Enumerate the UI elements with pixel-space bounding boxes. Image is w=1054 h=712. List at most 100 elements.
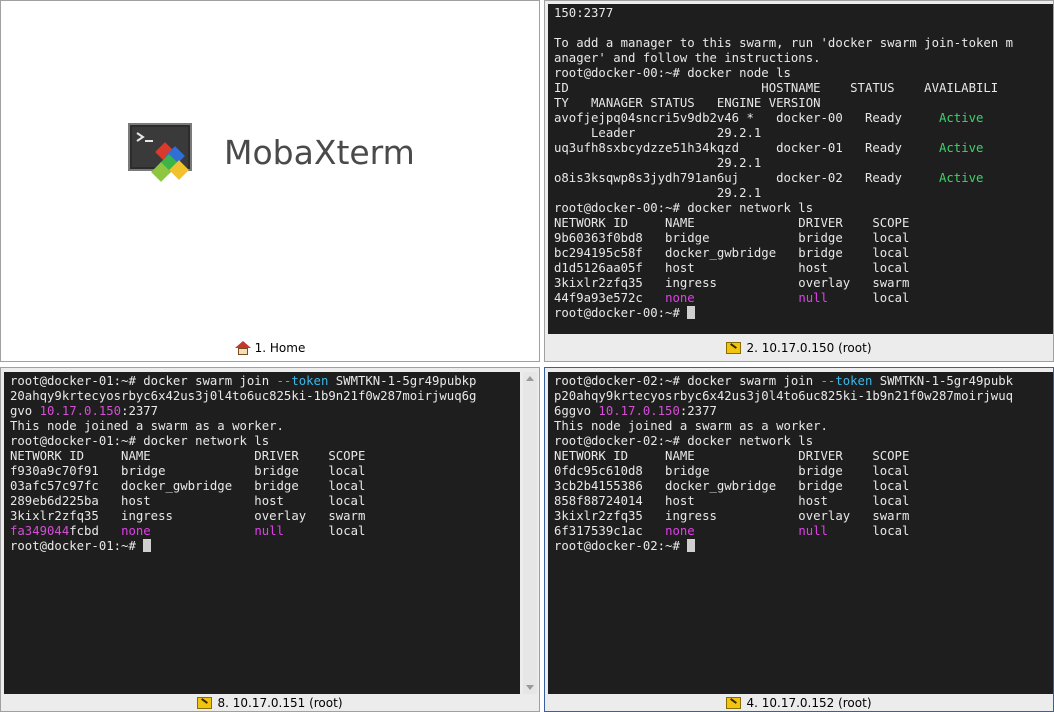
terminal-text: o8is3ksqwp8s3jydh791an6uj docker-02 Read…: [554, 171, 939, 185]
home-icon: [234, 341, 251, 355]
terminal-text: TY MANAGER STATUS ENGINE VERSION: [554, 96, 821, 110]
terminal-text: 3kixlr2zfq35 ingress overlay swarm: [554, 276, 910, 290]
terminal-line: NETWORK ID NAME DRIVER SCOPE: [554, 449, 1053, 464]
terminal-151[interactable]: root@docker-01:~# docker swarm join --to…: [4, 372, 520, 694]
terminal-text: This node joined a swarm as a worker.: [10, 419, 284, 433]
terminal-highlight-token: --token: [820, 374, 873, 388]
terminal-line: 3kixlr2zfq35 ingress overlay swarm: [554, 276, 1053, 291]
terminal-text: NETWORK ID NAME DRIVER SCOPE: [10, 449, 366, 463]
terminal-152[interactable]: root@docker-02:~# docker swarm join --to…: [548, 372, 1053, 694]
terminal-line: root@docker-00:~# docker node ls: [554, 66, 1053, 81]
tab-session-151[interactable]: 8. 10.17.0.151 (root): [1, 696, 539, 710]
tab-home[interactable]: 1. Home: [1, 341, 539, 355]
terminal-text: 6ggvo: [554, 404, 599, 418]
terminal-text: root@docker-02:~#: [554, 539, 688, 553]
terminal-text: ID HOSTNAME STATUS AVAILABILI: [554, 81, 999, 95]
terminal-highlight-none: null: [798, 524, 828, 538]
terminal-text: Leader 29.2.1: [554, 126, 762, 140]
tab-home-label: 1. Home: [254, 341, 306, 355]
terminal-line: 289eb6d225ba host host local: [10, 494, 520, 509]
terminal-text: This node joined a swarm as a worker.: [554, 419, 828, 433]
terminal-text: gvo: [10, 404, 40, 418]
terminal-text: local: [827, 291, 910, 305]
terminal-line: o8is3ksqwp8s3jydh791an6uj docker-02 Read…: [554, 171, 1053, 186]
terminal-highlight-active: Active: [938, 141, 984, 155]
terminal-line: fa349044fcbd none null local: [10, 524, 520, 539]
terminal-text: 150:2377: [554, 6, 614, 20]
terminal-text: root@docker-01:~# docker swarm join: [10, 374, 277, 388]
terminal-cursor: [687, 539, 696, 552]
terminal-text: 9b60363f0bd8 bridge bridge local: [554, 231, 910, 245]
mobaxterm-logo: MobaXterm: [128, 123, 428, 187]
terminal-line: 858f88724014 host host local: [554, 494, 1053, 509]
terminal-text: SWMTKN-1-5gr49pubkp: [328, 374, 477, 388]
terminal-line: Leader 29.2.1: [554, 126, 1053, 141]
session-pane-152[interactable]: root@docker-02:~# docker swarm join --to…: [544, 367, 1054, 712]
tab-session-152[interactable]: 4. 10.17.0.152 (root): [545, 696, 1053, 710]
terminal-text: 20ahqy9krtecyosrbyc6x42us3j0l4to6uc825ki…: [10, 389, 477, 403]
terminal-text: uq3ufh8sxbcydzze51h34kqzd docker-01 Read…: [554, 141, 939, 155]
terminal-text: 6f317539c1ac: [554, 524, 666, 538]
terminal-line: 9b60363f0bd8 bridge bridge local: [554, 231, 1053, 246]
terminal-text: anager' and follow the instructions.: [554, 51, 821, 65]
tab-session-150[interactable]: 2. 10.17.0.150 (root): [545, 341, 1053, 355]
terminal-text: f930a9c70f91 bridge bridge local: [10, 464, 366, 478]
terminal-highlight-none: null: [798, 291, 828, 305]
terminal-text: 3cb2b4155386 docker_gwbridge bridge loca…: [554, 479, 910, 493]
terminal-line: 6f317539c1ac none null local: [554, 524, 1053, 539]
terminal-line: 03afc57c97fc docker_gwbridge bridge loca…: [10, 479, 520, 494]
terminal-cursor: [687, 306, 696, 319]
terminal-highlight-none: none: [665, 524, 695, 538]
terminal-line: p20ahqy9krtecyosrbyc6x42us3j0l4to6uc825k…: [554, 389, 1053, 404]
terminal-text: root@docker-00:~# docker node ls: [554, 66, 791, 80]
terminal-text: 858f88724014 host host local: [554, 494, 910, 508]
terminal-line: root@docker-02:~#: [554, 539, 1053, 554]
terminal-line: This node joined a swarm as a worker.: [554, 419, 1053, 434]
terminal-line: gvo 10.17.0.150:2377: [10, 404, 520, 419]
terminal-text: :2377: [679, 404, 717, 418]
terminal-text: root@docker-00:~# docker network ls: [554, 201, 814, 215]
terminal-text: NETWORK ID NAME DRIVER SCOPE: [554, 449, 910, 463]
terminal-scrollbar[interactable]: [523, 372, 537, 694]
terminal-line: 29.2.1: [554, 186, 1053, 201]
terminal-line: NETWORK ID NAME DRIVER SCOPE: [10, 449, 520, 464]
scroll-up-icon[interactable]: [526, 376, 534, 381]
terminal-150[interactable]: 150:2377 To add a manager to this swarm, …: [548, 4, 1053, 334]
terminal-text: 03afc57c97fc docker_gwbridge bridge loca…: [10, 479, 366, 493]
terminal-line: TY MANAGER STATUS ENGINE VERSION: [554, 96, 1053, 111]
terminal-line: root@docker-00:~#: [554, 306, 1053, 321]
terminal-line: 20ahqy9krtecyosrbyc6x42us3j0l4to6uc825ki…: [10, 389, 520, 404]
scroll-down-icon[interactable]: [526, 685, 534, 690]
session-pane-151[interactable]: root@docker-01:~# docker swarm join --to…: [0, 367, 540, 712]
terminal-line: root@docker-00:~# docker network ls: [554, 201, 1053, 216]
terminal-line: root@docker-02:~# docker swarm join --to…: [554, 374, 1053, 389]
terminal-line: 3kixlr2zfq35 ingress overlay swarm: [10, 509, 520, 524]
terminal-text: root@docker-01:~# docker network ls: [10, 434, 270, 448]
terminal-text: local: [827, 524, 910, 538]
terminal-line: avofjejpq04sncri5v9db2v46 * docker-00 Re…: [554, 111, 1053, 126]
terminal-line: To add a manager to this swarm, run 'doc…: [554, 36, 1053, 51]
session-pane-150[interactable]: 150:2377 To add a manager to this swarm, …: [544, 0, 1054, 362]
wrench-icon: [726, 342, 742, 354]
terminal-text: 3kixlr2zfq35 ingress overlay swarm: [554, 509, 910, 523]
terminal-text: 0fdc95c610d8 bridge bridge local: [554, 464, 910, 478]
terminal-highlight-none: none: [121, 524, 151, 538]
terminal-text: 29.2.1: [554, 186, 762, 200]
terminal-highlight-ip: 10.17.0.150: [39, 404, 122, 418]
terminal-text: root@docker-02:~# docker swarm join: [554, 374, 821, 388]
logo-text: MobaXterm: [224, 133, 415, 172]
home-pane[interactable]: MobaXterm 1. Home: [0, 0, 540, 362]
terminal-text: :2377: [121, 404, 159, 418]
terminal-text: NETWORK ID NAME DRIVER SCOPE: [554, 216, 910, 230]
terminal-text: local: [283, 524, 366, 538]
tab-session-152-label: 4. 10.17.0.152 (root): [746, 696, 872, 710]
wrench-icon: [726, 697, 742, 709]
terminal-line: f930a9c70f91 bridge bridge local: [10, 464, 520, 479]
terminal-line: 150:2377: [554, 6, 1053, 21]
terminal-highlight-active: Active: [938, 111, 984, 125]
terminal-line: 3cb2b4155386 docker_gwbridge bridge loca…: [554, 479, 1053, 494]
terminal-line: uq3ufh8sxbcydzze51h34kqzd docker-01 Read…: [554, 141, 1053, 156]
